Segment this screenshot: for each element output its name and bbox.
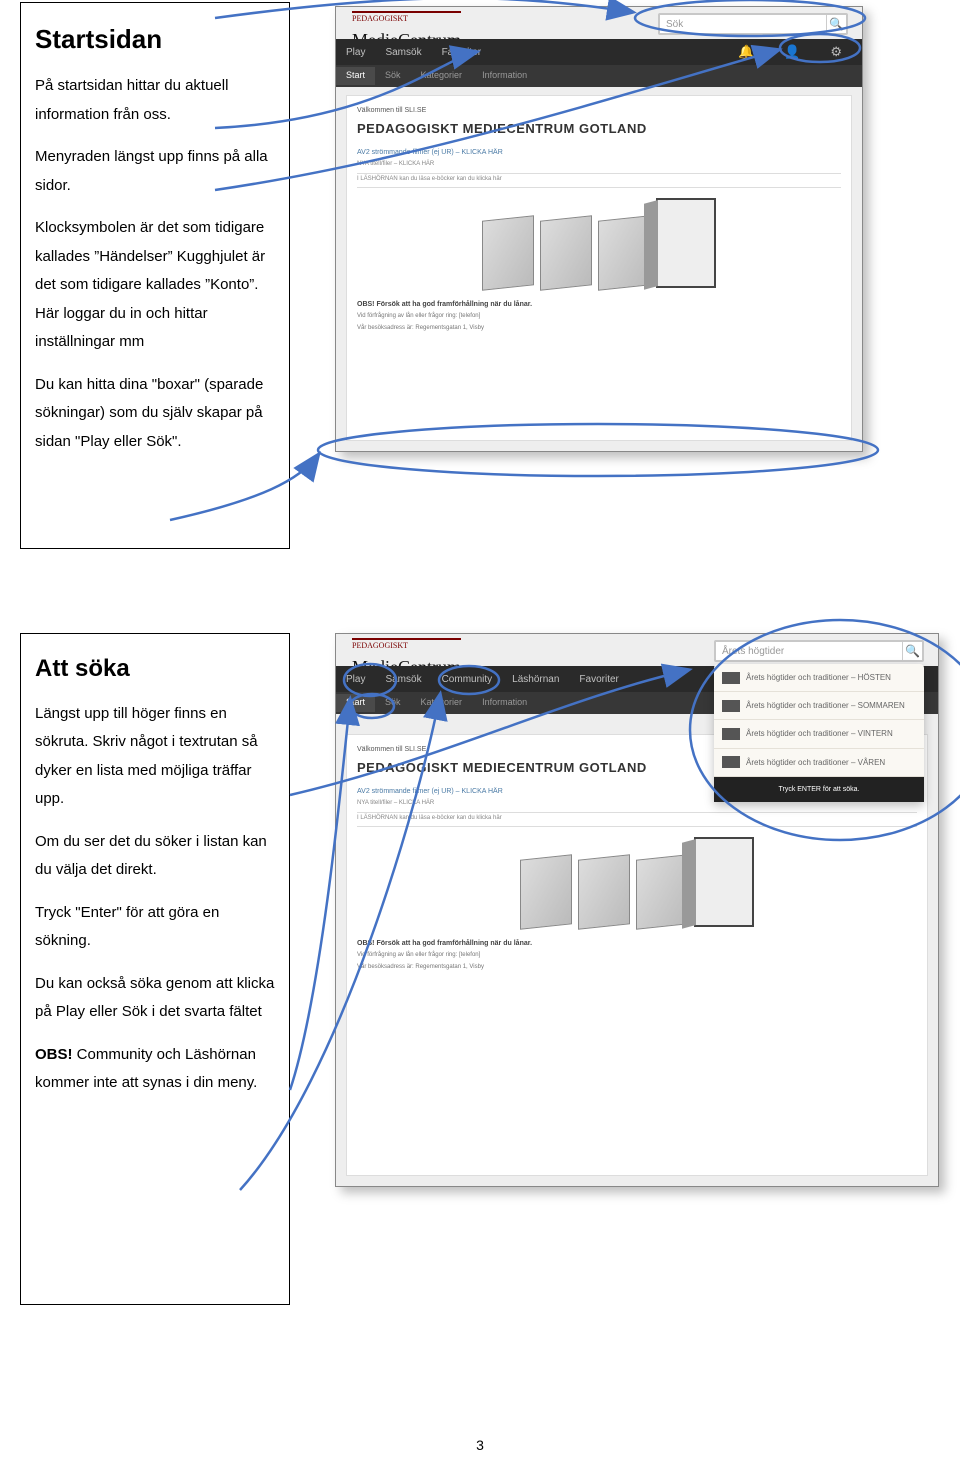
dropdown-item[interactable]: Årets högtider och traditioner – VINTERN xyxy=(714,720,924,748)
search-icon[interactable]: 🔍 xyxy=(826,15,846,33)
box2-title: Att söka xyxy=(35,646,275,692)
link-lashornan[interactable]: I LÄSHÖRNAN kan du läsa e-böcker kan du … xyxy=(357,174,841,188)
box2-p1: Längst upp till höger finns en sökruta. … xyxy=(35,700,275,814)
hero-illustration xyxy=(357,837,917,927)
box2-p4: Du kan också söka genom att klicka på Pl… xyxy=(35,970,275,1027)
nav-favoriter[interactable]: Favoriter xyxy=(432,43,491,62)
link-new-titles[interactable]: NYA titell/filer – KLICKA HÄR xyxy=(357,159,841,173)
nav-samsok[interactable]: Samsök xyxy=(375,43,431,62)
tab-info[interactable]: Information xyxy=(472,67,537,84)
main-nav: Play Samsök Favoriter 🔔 👤 ⚙ xyxy=(336,39,862,65)
tab-kategorier[interactable]: Kategorier xyxy=(411,694,473,711)
search-input[interactable]: Sök xyxy=(660,15,826,34)
tab-sok[interactable]: Sök xyxy=(375,694,411,711)
box1-p4: Du kan hitta dina "boxar" (sparade sökni… xyxy=(35,371,275,457)
dropdown-item[interactable]: Årets högtider och traditioner – SOMMARE… xyxy=(714,692,924,720)
link-lashornan[interactable]: I LÄSHÖRNAN kan du läsa e-böcker kan du … xyxy=(357,813,917,827)
addr: Vår besöksadress är: Regementsgatan 1, V… xyxy=(357,323,841,334)
box1-p1: På startsidan hittar du aktuell informat… xyxy=(35,72,275,129)
obs-line: OBS! Försök att ha god framförhållning n… xyxy=(357,298,841,311)
search-dropdown: Årets högtider och traditioner – HÖSTEN … xyxy=(714,664,924,802)
page-title: PEDAGOGISKT MEDIECENTRUM GOTLAND xyxy=(357,117,841,142)
box1-title: Startsidan xyxy=(35,15,275,64)
page-number: 3 xyxy=(0,1432,960,1459)
nav-lashornan[interactable]: Läshörnan xyxy=(502,670,569,689)
nav-play[interactable]: Play xyxy=(336,670,375,689)
gear-icon[interactable]: ⚙ xyxy=(820,40,852,65)
search-icon[interactable]: 🔍 xyxy=(902,642,922,660)
promo-link[interactable]: AV2 strömmande filmer (ej UR) – KLICKA H… xyxy=(357,146,841,159)
dropdown-search-button[interactable]: Tryck ENTER för att söka. xyxy=(714,777,924,802)
hero-illustration xyxy=(357,198,841,288)
dropdown-item[interactable]: Årets högtider och traditioner – HÖSTEN xyxy=(714,664,924,692)
search-input[interactable]: Årets högtider xyxy=(716,642,902,661)
info-box-attsoka: Att söka Längst upp till höger finns en … xyxy=(20,633,290,1305)
nav-samsok[interactable]: Samsök xyxy=(375,670,431,689)
tab-start[interactable]: Start xyxy=(336,67,375,84)
welcome-small: Välkommen till SLI.SE xyxy=(357,104,841,117)
sub-nav: Start Sök Kategorier Information xyxy=(336,65,862,87)
nav-favoriter[interactable]: Favoriter xyxy=(569,670,628,689)
tab-start[interactable]: Start xyxy=(336,694,375,711)
tab-sok[interactable]: Sök xyxy=(375,67,411,84)
tab-kategorier[interactable]: Kategorier xyxy=(411,67,473,84)
box2-p5: OBS! Community och Läshörnan kommer inte… xyxy=(35,1041,275,1098)
search-bar[interactable]: Årets högtider 🔍 xyxy=(714,640,924,662)
box2-p5a: OBS! xyxy=(35,1046,73,1063)
user-icon[interactable]: 👤 xyxy=(774,40,810,65)
box2-p3: Tryck "Enter" för att göra en sökning. xyxy=(35,899,275,956)
page-content: Välkommen till SLI.SE PEDAGOGISKT MEDIEC… xyxy=(346,95,852,441)
tab-info[interactable]: Information xyxy=(472,694,537,711)
obs-line: OBS! Försök att ha god framförhållning n… xyxy=(357,937,917,950)
box2-p2: Om du ser det du söker i listan kan du v… xyxy=(35,828,275,885)
bell-icon[interactable]: 🔔 xyxy=(728,40,764,65)
screenshot-startsidan: PEDAGOGISKT MedieCentrum Sök 🔍 Play Sams… xyxy=(335,6,863,452)
search-bar[interactable]: Sök 🔍 xyxy=(658,13,848,35)
screenshot-search: PEDAGOGISKT MedieCentrum Årets högtider … xyxy=(335,633,939,1187)
nav-play[interactable]: Play xyxy=(336,43,375,62)
box1-p3: Klocksymbolen är det som tidigare kallad… xyxy=(35,214,275,357)
addr: Vår besöksadress är: Regementsgatan 1, V… xyxy=(357,962,917,973)
info-box-startsidan: Startsidan På startsidan hittar du aktue… xyxy=(20,2,290,549)
box1-p2: Menyraden längst upp finns på alla sidor… xyxy=(35,143,275,200)
nav-community[interactable]: Community xyxy=(432,670,503,689)
obs-sub: Vid förfrågning av lån eller frågor ring… xyxy=(357,311,841,322)
dropdown-item[interactable]: Årets högtider och traditioner – VÅREN xyxy=(714,749,924,777)
obs-sub: Vid förfrågning av lån eller frågor ring… xyxy=(357,950,917,961)
